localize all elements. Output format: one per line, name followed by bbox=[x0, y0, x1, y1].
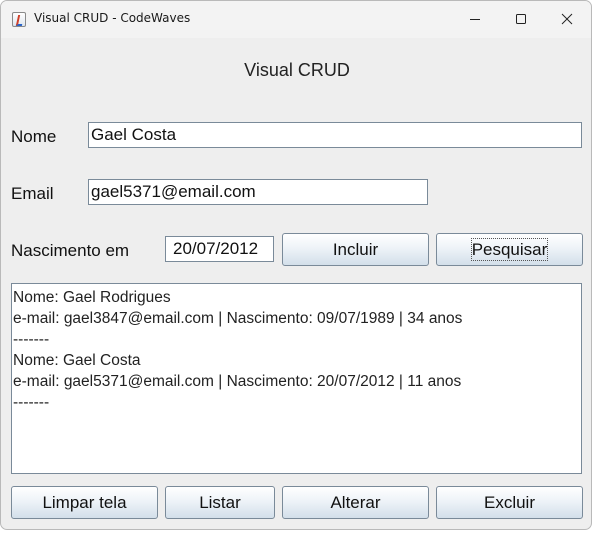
output-line: ------- bbox=[13, 394, 50, 411]
output-line: e-mail: gael5371@email.com | Nascimento:… bbox=[13, 373, 462, 390]
excluir-button[interactable]: Excluir bbox=[436, 486, 583, 519]
minimize-button[interactable] bbox=[452, 1, 498, 38]
nascimento-field[interactable]: 20/07/2012 bbox=[165, 236, 274, 262]
title-bar[interactable]: Visual CRUD - CodeWaves bbox=[1, 1, 591, 38]
minimize-icon bbox=[470, 19, 480, 20]
output-line: ------- bbox=[13, 331, 50, 348]
email-label: Email bbox=[11, 184, 54, 203]
alterar-button[interactable]: Alterar bbox=[282, 486, 429, 519]
page-title: Visual CRUD bbox=[244, 60, 350, 80]
nome-field[interactable]: Gael Costa bbox=[88, 122, 582, 148]
nascimento-label: Nascimento em bbox=[11, 241, 130, 260]
output-line: Nome: Gael Rodrigues bbox=[13, 289, 171, 306]
pesquisar-button[interactable]: Pesquisar bbox=[436, 233, 583, 266]
email-field[interactable]: gael5371@email.com bbox=[88, 179, 428, 205]
close-icon bbox=[561, 13, 573, 25]
nome-label: Nome bbox=[11, 127, 57, 146]
output-line: Nome: Gael Costa bbox=[13, 352, 141, 369]
close-button[interactable] bbox=[544, 1, 590, 38]
java-app-icon bbox=[12, 12, 26, 27]
maximize-button[interactable] bbox=[498, 1, 544, 38]
output-text-area[interactable]: Nome: Gael Rodrigues e-mail: gael3847@em… bbox=[11, 283, 582, 474]
incluir-button[interactable]: Incluir bbox=[282, 233, 429, 266]
pesquisar-button-label: Pesquisar bbox=[470, 238, 549, 261]
limpar-tela-button[interactable]: Limpar tela bbox=[11, 486, 158, 519]
window-title: Visual CRUD - CodeWaves bbox=[34, 11, 191, 25]
app-window: Visual CRUD - CodeWaves Visual CRUD Nome… bbox=[0, 0, 592, 530]
listar-button[interactable]: Listar bbox=[165, 486, 275, 519]
maximize-icon bbox=[516, 14, 526, 24]
output-line: e-mail: gael3847@email.com | Nascimento:… bbox=[13, 310, 463, 327]
